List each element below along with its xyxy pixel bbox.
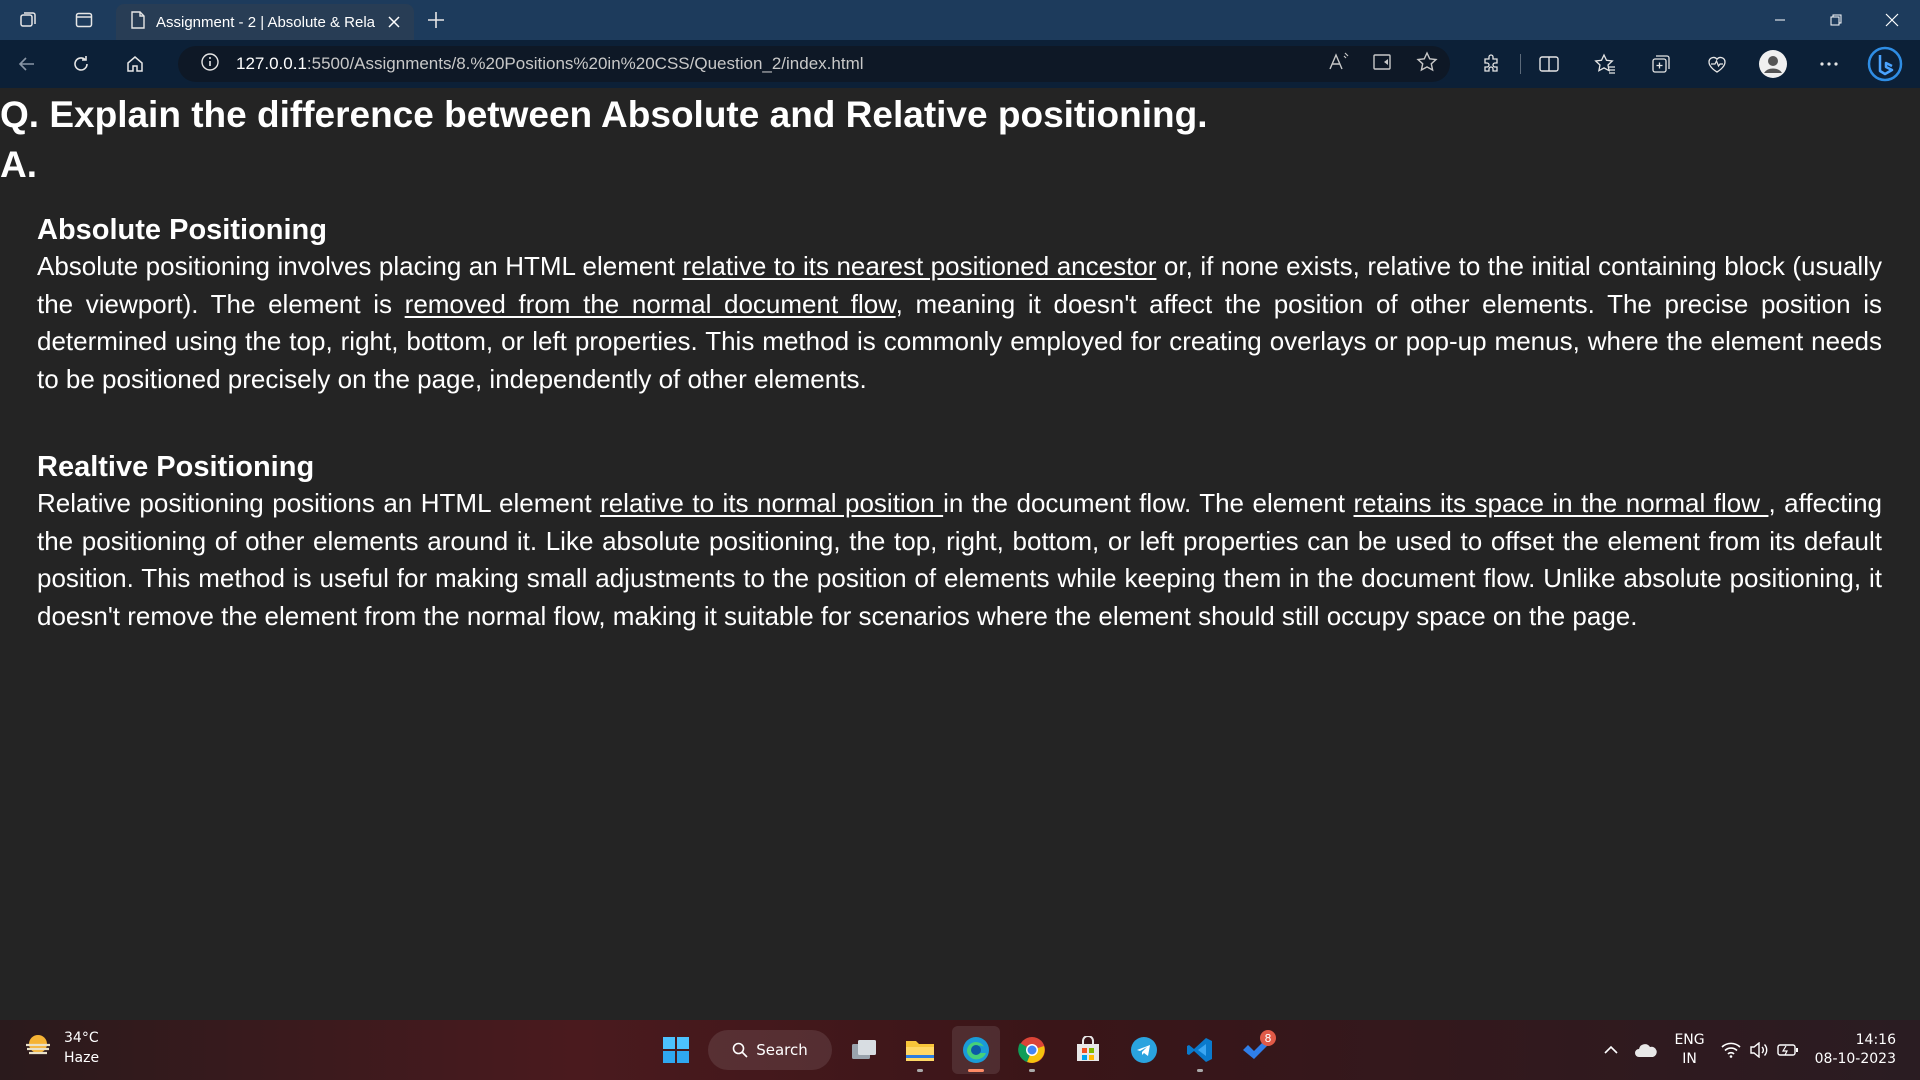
text-run: in the document flow. The element — [943, 488, 1354, 518]
url-text[interactable]: 127.0.0.1:5500/Assignments/8.%20Position… — [236, 54, 864, 74]
task-view-icon[interactable] — [840, 1026, 888, 1074]
running-indicator — [1029, 1069, 1035, 1072]
chrome-icon[interactable] — [1008, 1026, 1056, 1074]
clock[interactable]: 14:16 08-10-2023 — [1807, 1020, 1920, 1080]
section-relative: Realtive Positioning Relative positionin… — [37, 449, 1882, 635]
telegram-icon[interactable] — [1120, 1026, 1168, 1074]
running-indicator — [1197, 1069, 1203, 1072]
lang-region: IN — [1682, 1051, 1697, 1067]
text-run: Absolute positioning involves placing an… — [37, 251, 683, 281]
wifi-icon — [1721, 1042, 1741, 1058]
search-icon — [732, 1042, 748, 1058]
profile-icon[interactable] — [1745, 40, 1801, 88]
close-window-button[interactable] — [1864, 0, 1920, 40]
refresh-button[interactable] — [54, 40, 108, 88]
favorite-star-icon[interactable] — [1416, 51, 1438, 77]
workspaces-icon[interactable] — [0, 0, 56, 40]
section-absolute: Absolute Positioning Absolute positionin… — [37, 212, 1882, 398]
home-button[interactable] — [108, 40, 162, 88]
running-indicator — [917, 1069, 923, 1072]
weather-temp: 34°C — [64, 1030, 99, 1046]
close-tab-icon[interactable] — [384, 12, 404, 32]
vertical-tabs-icon[interactable] — [56, 0, 112, 40]
restore-button[interactable] — [1808, 0, 1864, 40]
show-hidden-icons-chevron-icon[interactable] — [1596, 1020, 1626, 1080]
windows-taskbar: 34°C Haze Search 8 ENG IN 14:16 08-10-20… — [0, 1020, 1920, 1080]
browser-titlebar: Assignment - 2 | Absolute & Rela — [0, 0, 1920, 40]
split-screen-icon[interactable] — [1521, 40, 1577, 88]
edge-browser-icon[interactable] — [952, 1026, 1000, 1074]
microsoft-store-icon[interactable] — [1064, 1026, 1112, 1074]
microsoft-todo-icon[interactable]: 8 — [1232, 1026, 1280, 1074]
browser-tab-active[interactable]: Assignment - 2 | Absolute & Rela — [116, 4, 414, 40]
back-button[interactable] — [0, 40, 54, 88]
underlined-phrase: relative to its normal position — [600, 488, 944, 518]
section-paragraph: Relative positioning positions an HTML e… — [37, 485, 1882, 635]
weather-condition: Haze — [64, 1050, 100, 1066]
clock-time: 14:16 — [1855, 1032, 1896, 1048]
underlined-phrase: relative to its nearest positioned ances… — [682, 251, 1157, 281]
underlined-phrase: retains its space in the normal flow — [1353, 488, 1769, 518]
taskbar-apps: Search 8 — [652, 1026, 1280, 1074]
bing-copilot-icon[interactable] — [1857, 40, 1913, 88]
section-heading: Absolute Positioning — [37, 214, 327, 246]
new-tab-button[interactable] — [420, 4, 452, 36]
battery-icon — [1776, 1044, 1798, 1056]
read-aloud-icon[interactable] — [1328, 52, 1350, 76]
tab-title: Assignment - 2 | Absolute & Rela — [156, 13, 376, 31]
clock-date: 08-10-2023 — [1814, 1051, 1896, 1067]
toolbar-right — [1464, 40, 1913, 88]
onedrive-cloud-icon[interactable] — [1626, 1020, 1666, 1080]
lang-code: ENG — [1674, 1032, 1705, 1048]
language-indicator[interactable]: ENG IN — [1666, 1020, 1712, 1080]
window-controls — [1752, 0, 1920, 40]
url-host: 127.0.0.1 — [236, 54, 307, 73]
vscode-icon[interactable] — [1176, 1026, 1224, 1074]
section-heading: Realtive Positioning — [37, 451, 315, 483]
text-run: Relative positioning positions an HTML e… — [37, 488, 601, 518]
taskbar-search[interactable]: Search — [708, 1030, 832, 1070]
performance-icon[interactable] — [1689, 40, 1745, 88]
haze-weather-icon — [22, 1030, 54, 1066]
underlined-phrase: removed from the normal document flow — [404, 288, 896, 319]
url-path: :5500/Assignments/8.%20Positions%20in%20… — [306, 54, 864, 73]
immersive-reader-icon[interactable] — [1372, 52, 1394, 76]
section-paragraph: Absolute positioning involves placing an… — [37, 248, 1882, 398]
site-info-icon[interactable] — [200, 52, 220, 76]
collections-icon[interactable] — [1633, 40, 1689, 88]
address-bar[interactable]: 127.0.0.1:5500/Assignments/8.%20Position… — [178, 46, 1450, 82]
search-label: Search — [756, 1041, 808, 1059]
active-indicator — [968, 1069, 984, 1072]
volume-icon — [1749, 1042, 1768, 1058]
answer-label: A. — [0, 144, 37, 185]
start-button[interactable] — [652, 1026, 700, 1074]
page-content: Q. Explain the difference between Absolu… — [0, 88, 1920, 1020]
extensions-icon[interactable] — [1464, 40, 1520, 88]
favorites-icon[interactable] — [1577, 40, 1633, 88]
notification-badge: 8 — [1260, 1030, 1276, 1046]
file-explorer-icon[interactable] — [896, 1026, 944, 1074]
system-tray: ENG IN 14:16 08-10-2023 — [1596, 1020, 1920, 1080]
question-heading: Q. Explain the difference between Absolu… — [0, 94, 1208, 135]
browser-toolbar: 127.0.0.1:5500/Assignments/8.%20Position… — [0, 40, 1920, 88]
page-icon — [130, 11, 146, 33]
quick-settings[interactable] — [1713, 1020, 1807, 1080]
more-icon[interactable] — [1801, 40, 1857, 88]
weather-widget[interactable]: 34°C Haze — [22, 1028, 99, 1068]
minimize-button[interactable] — [1752, 0, 1808, 40]
